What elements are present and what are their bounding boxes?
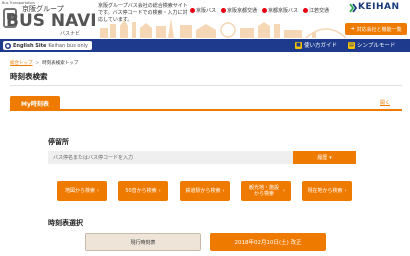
breadcrumb: 総合トップ > 時刻表検索トップ [10,60,78,66]
current-timetable-button[interactable]: 現行時刻表 [85,233,201,251]
kojaku-mark-icon [303,8,309,13]
my-timetable-tab[interactable]: My時刻表 [10,96,60,110]
company-item[interactable]: 江若交通 [303,7,329,14]
english-site-sub: Keihan bus only [48,42,88,49]
my-timetable-bar [10,97,402,111]
chevron-right-icon: › [97,188,99,194]
company-functions-button[interactable]: ➔ 対応会社と機能一覧 [345,23,407,35]
company-functions-label: 対応会社と機能一覧 [356,26,402,33]
chevron-right-icon: › [222,188,225,194]
company-item[interactable]: 京都京阪バス [262,7,298,14]
company-label: 京都京阪バス [268,8,299,14]
breadcrumb-current: 時刻表検索トップ [42,61,79,66]
city-skyline-illustration [100,18,347,38]
simple-mode-label: シンプルモード [357,43,396,49]
search-button-label: 現在地から検索 [307,188,343,194]
site-logo[interactable]: BUS NAVI [6,11,97,31]
keihan-brand[interactable]: KEIHAN [358,2,400,12]
arrow-circle-icon: ➔ [350,26,355,32]
english-site-label: English Site [13,42,47,49]
timetable-select-title: 時刻表選択 [48,219,83,227]
chevron-down-icon: ▾ [329,154,332,161]
site-header: Bus Transportation 京阪グループ BUS NAVI バスナビ … [0,0,410,38]
simple-mode-link[interactable]: ▤ シンプルモード [348,41,395,49]
sightseeing-search-button[interactable]: 観光地・施設から検索 › [241,181,291,201]
kyoto-keihan-mark-icon [262,8,268,13]
company-item[interactable]: 京阪京都交通 [221,7,257,14]
my-timetable-open-link[interactable]: 開く [380,99,390,106]
company-label: 江若交通 [309,8,330,14]
help-guide-link[interactable]: ■ 使い方ガイド [295,41,337,49]
company-label: 京阪京都交通 [227,8,258,14]
keihan-logo-icon [349,3,357,13]
search-button-label: 50音から検索 [125,188,157,194]
breadcrumb-home[interactable]: 総合トップ [10,61,33,66]
chevron-right-icon: › [158,188,161,194]
search-button-label: 観光地・施設から検索 [248,185,279,197]
keihan-kyoto-mark-icon [221,8,227,13]
company-label: 京阪バス [196,8,217,14]
location-search-button[interactable]: 現在地から検索 › [302,181,352,201]
logo-kana: バスナビ [60,31,81,37]
globe-icon: ● [5,42,11,49]
history-button[interactable]: 履歴 ▾ [293,151,356,164]
help-guide-label: 使い方ガイド [304,43,338,49]
map-search-button[interactable]: 地図から検索 › [57,181,107,201]
simple-mode-icon: ▤ [348,41,355,49]
chevron-right-icon: › [283,188,285,194]
revised-timetable-button[interactable]: 2018年02月10日(土) 改正 [210,233,326,251]
station-search-button[interactable]: 鉄道駅から検索 › [180,181,230,201]
company-item[interactable]: 京阪バス [190,7,216,14]
kana-search-button[interactable]: 50音から検索 › [118,181,168,201]
search-button-label: 鉄道駅から検索 [185,188,221,194]
chevron-right-icon: › [344,188,347,194]
search-button-label: 地図から検索 [64,188,95,194]
stop-search-input[interactable] [48,151,293,164]
book-icon: ■ [295,41,302,49]
history-label: 履歴 [317,155,328,161]
english-site-link[interactable]: ● English Site Keihan bus only [3,41,92,50]
stop-section-title: 停留所 [48,138,69,146]
keihan-bus-mark-icon [190,8,195,13]
company-list: 京阪バス 京阪京都交通 京都京阪バス 江若交通 [190,7,329,14]
page-title: 時刻表検索 [10,72,48,81]
breadcrumb-separator-icon: > [35,61,40,66]
title-divider [10,85,402,86]
